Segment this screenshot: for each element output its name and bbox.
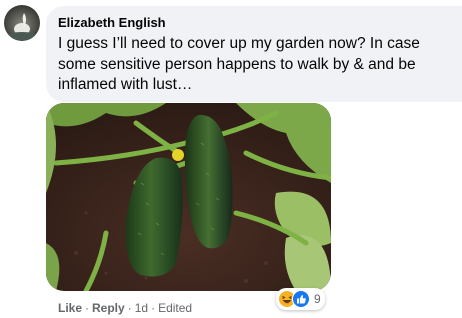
comment-author[interactable]: Elizabeth English [58, 15, 166, 30]
comment-text: I guess I’ll need to cover up my garden … [58, 35, 420, 93]
comment-bubble: Elizabeth English I guess I’ll need to c… [46, 6, 462, 102]
like-icon [292, 290, 310, 308]
zucchini-photo [46, 103, 331, 291]
avatar-image [4, 5, 40, 41]
edited-label[interactable]: Edited [158, 301, 192, 315]
reply-link[interactable]: Reply [92, 301, 125, 315]
reactions-summary[interactable]: 9 [276, 288, 325, 310]
comment-photo[interactable] [46, 103, 331, 291]
separator: · [127, 301, 132, 315]
separator: · [151, 301, 156, 315]
comment-timestamp[interactable]: 1d [135, 301, 148, 315]
comment: Elizabeth English I guess I’ll need to c… [0, 0, 462, 318]
reaction-count: 9 [314, 292, 321, 306]
avatar[interactable] [4, 5, 40, 41]
separator: · [85, 301, 90, 315]
like-link[interactable]: Like [58, 301, 82, 315]
comment-actions: Like · Reply · 1d · Edited [58, 301, 192, 315]
